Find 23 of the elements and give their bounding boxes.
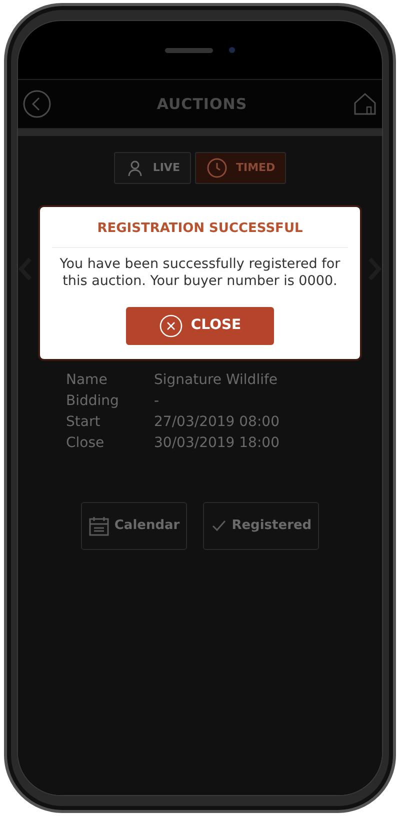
detail-value: - [154, 392, 160, 411]
detail-value: 30/03/2019 18:00 [154, 434, 280, 453]
detail-value: Signature Wildlife [154, 371, 278, 390]
detail-value: 27/03/2019 08:00 [154, 413, 280, 432]
close-button[interactable]: CLOSE [126, 306, 274, 345]
camera-dot [229, 47, 235, 53]
detail-label: Start [66, 413, 102, 432]
clock-icon [206, 157, 228, 179]
tab[interactable]: TIMED [194, 152, 286, 184]
registered-button[interactable]: Registered [202, 502, 319, 550]
detail-label: Close [66, 434, 106, 453]
tab[interactable]: LIVE [114, 152, 191, 184]
calendar-button[interactable]: Calendar [81, 502, 187, 550]
dialog-message: You have been successfully registered for this auction. Your buyer number is 0000. [58, 256, 342, 291]
detail-label: Bidding [66, 392, 120, 411]
calendar-icon [88, 515, 110, 537]
dialog-title: REGISTRATION SUCCESSFUL [96, 220, 304, 238]
speaker-grille [165, 48, 213, 52]
home-icon[interactable] [352, 91, 378, 117]
close-icon [158, 314, 183, 338]
screen-title: AUCTIONS [156, 94, 248, 115]
back-icon[interactable] [22, 89, 52, 119]
detail-label: Name [66, 371, 108, 390]
